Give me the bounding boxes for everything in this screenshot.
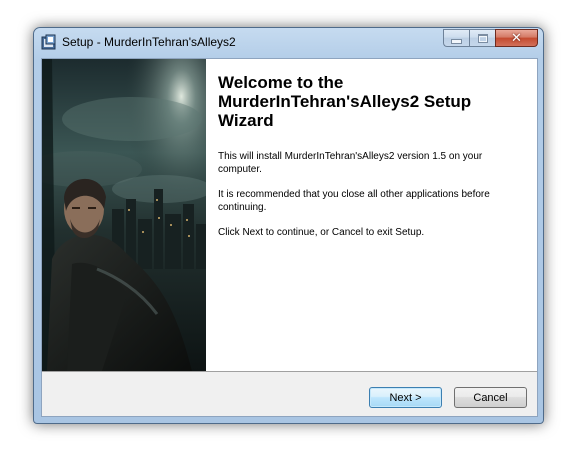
close-button[interactable]: ✕ xyxy=(495,29,538,47)
minimize-button[interactable] xyxy=(443,29,469,47)
setup-window: Setup - MurderInTehran'sAlleys2 ✕ Welcom… xyxy=(33,27,544,424)
close-apps-recommendation: It is recommended that you close all oth… xyxy=(218,189,490,213)
welcome-heading: Welcome to the MurderInTehran'sAlleys2 S… xyxy=(218,73,472,130)
button-bar: Next > Cancel xyxy=(42,371,537,416)
wizard-banner-image xyxy=(42,59,206,371)
close-icon: ✕ xyxy=(511,30,522,46)
window-title: Setup - MurderInTehran'sAlleys2 xyxy=(62,35,236,49)
cancel-button[interactable]: Cancel xyxy=(454,387,527,408)
next-button[interactable]: Next > xyxy=(369,387,442,408)
maximize-button[interactable] xyxy=(469,29,495,47)
welcome-content: Welcome to the MurderInTehran'sAlleys2 S… xyxy=(218,73,528,251)
minimize-icon xyxy=(451,38,462,44)
wizard-page: Welcome to the MurderInTehran'sAlleys2 S… xyxy=(41,58,538,417)
install-description: This will install MurderInTehran'sAlleys… xyxy=(218,151,483,175)
title-bar[interactable]: Setup - MurderInTehran'sAlleys2 ✕ xyxy=(34,28,543,58)
caption-buttons: ✕ xyxy=(443,29,538,48)
game-cover-art xyxy=(42,59,206,371)
next-cancel-instructions: Click Next to continue, or Cancel to exi… xyxy=(218,227,425,238)
maximize-icon xyxy=(477,33,488,43)
setup-app-icon[interactable] xyxy=(41,34,57,50)
